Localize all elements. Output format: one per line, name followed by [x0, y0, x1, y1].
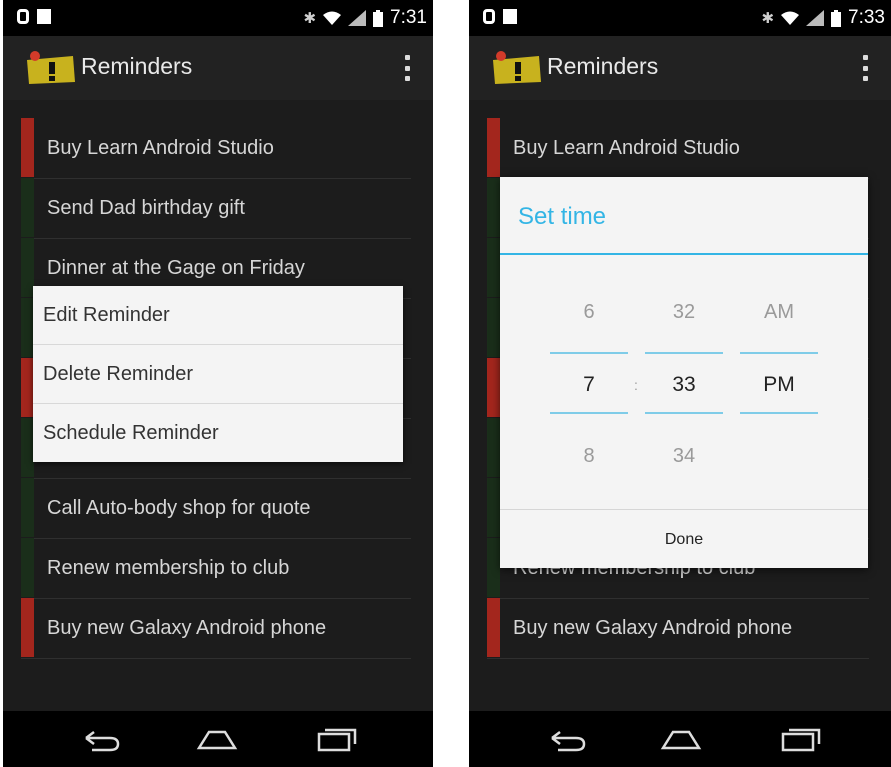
dialog-title: Set time [518, 203, 607, 230]
app-logo-icon [493, 51, 541, 84]
action-bar: Reminders [3, 36, 433, 100]
hour-picker[interactable]: 7 [550, 373, 628, 397]
status-time: 7:33 [848, 7, 885, 28]
overflow-menu-icon[interactable] [863, 55, 869, 81]
priority-marker [487, 598, 500, 657]
reminder-text: Call Auto-body shop for quote [47, 497, 311, 519]
priority-marker [21, 118, 34, 177]
back-icon[interactable] [544, 724, 588, 754]
signal-icon [348, 10, 367, 26]
set-time-dialog: Set time 6 7 8 : 32 33 34 AM PM Done [500, 177, 868, 568]
right-screen: ✱ 7:33 Reminders Buy Learn Android Studi… [469, 0, 891, 767]
normal-marker [21, 478, 34, 537]
left-screen: ✱ 7:31 Reminders Buy Learn Android Studi… [3, 0, 433, 767]
menu-item-label: Schedule Reminder [43, 422, 219, 444]
reminder-text: Dinner at the Gage on Friday [47, 257, 305, 279]
minute-prev[interactable]: 32 [645, 301, 723, 324]
priority-marker [21, 598, 34, 657]
reminder-text: Buy Learn Android Studio [513, 137, 740, 159]
reminder-text: Buy new Galaxy Android phone [47, 617, 327, 639]
back-icon[interactable] [78, 724, 122, 754]
normal-marker [487, 238, 500, 297]
home-icon[interactable] [195, 724, 239, 754]
reminder-row[interactable]: Call Auto-body shop for quote [21, 478, 411, 539]
app-logo-icon [27, 51, 75, 84]
delete-reminder-item[interactable]: Delete Reminder [33, 345, 403, 404]
hour-next[interactable]: 8 [550, 445, 628, 468]
normal-marker [487, 298, 500, 357]
bluetooth-icon: ✱ [303, 10, 317, 27]
hour-highlight-top [550, 352, 628, 354]
ampm-picker[interactable]: PM [740, 373, 818, 397]
minute-highlight-bottom [645, 412, 723, 414]
reminder-row[interactable]: Buy Learn Android Studio [21, 118, 411, 179]
edit-reminder-item[interactable]: Edit Reminder [33, 286, 403, 345]
signal-icon [806, 10, 825, 26]
status-bar: ✱ 7:31 [3, 0, 433, 36]
status-time: 7:31 [390, 7, 427, 28]
minute-highlight-top [645, 352, 723, 354]
reminder-row[interactable]: Buy new Galaxy Android phone [487, 598, 869, 659]
screenshot-icon [17, 9, 29, 24]
normal-marker [487, 418, 500, 477]
reminder-row[interactable]: Buy Learn Android Studio [487, 118, 869, 179]
normal-marker [487, 478, 500, 537]
time-separator: : [634, 377, 638, 393]
screenshot-icon [483, 9, 495, 24]
reminder-row[interactable]: Renew membership to club [21, 538, 411, 599]
nav-bar [3, 711, 433, 767]
home-icon[interactable] [659, 724, 703, 754]
hour-highlight-bottom [550, 412, 628, 414]
battery-icon [831, 9, 842, 27]
normal-marker [21, 178, 34, 237]
context-menu: Edit Reminder Delete Reminder Schedule R… [33, 286, 403, 462]
minute-picker[interactable]: 33 [645, 373, 723, 397]
menu-item-label: Delete Reminder [43, 363, 194, 385]
title-divider [500, 253, 868, 255]
priority-marker [487, 358, 500, 417]
battery-icon [373, 9, 384, 27]
reminder-text: Buy Learn Android Studio [47, 137, 274, 159]
recents-icon[interactable] [315, 724, 359, 754]
ampm-highlight-top [740, 352, 818, 354]
reminder-row[interactable]: Send Dad birthday gift [21, 178, 411, 239]
ampm-highlight-bottom [740, 412, 818, 414]
wifi-icon [323, 11, 342, 25]
recents-icon[interactable] [779, 724, 823, 754]
action-bar: Reminders [469, 36, 891, 100]
nav-bar [469, 711, 891, 767]
hour-prev[interactable]: 6 [550, 301, 628, 324]
normal-marker [487, 538, 500, 597]
menu-item-label: Edit Reminder [43, 304, 170, 326]
app-title: Reminders [81, 53, 193, 79]
schedule-reminder-item[interactable]: Schedule Reminder [33, 404, 403, 462]
wifi-icon [781, 11, 800, 25]
normal-marker [487, 178, 500, 237]
reminder-row[interactable]: Buy new Galaxy Android phone [21, 598, 411, 659]
done-button[interactable]: Done [500, 531, 868, 549]
app-title: Reminders [547, 53, 659, 79]
reminder-text: Send Dad birthday gift [47, 197, 245, 219]
priority-marker [487, 118, 500, 177]
status-bar: ✱ 7:33 [469, 0, 891, 36]
reminder-text: Renew membership to club [47, 557, 290, 579]
minute-next[interactable]: 34 [645, 445, 723, 468]
normal-marker [21, 538, 34, 597]
ampm-prev[interactable]: AM [740, 301, 818, 324]
bluetooth-icon: ✱ [761, 10, 775, 27]
overflow-menu-icon[interactable] [405, 55, 411, 81]
footer-divider [500, 509, 868, 510]
sim-icon [503, 9, 517, 24]
reminder-text: Buy new Galaxy Android phone [513, 617, 793, 639]
sim-icon [37, 9, 51, 24]
